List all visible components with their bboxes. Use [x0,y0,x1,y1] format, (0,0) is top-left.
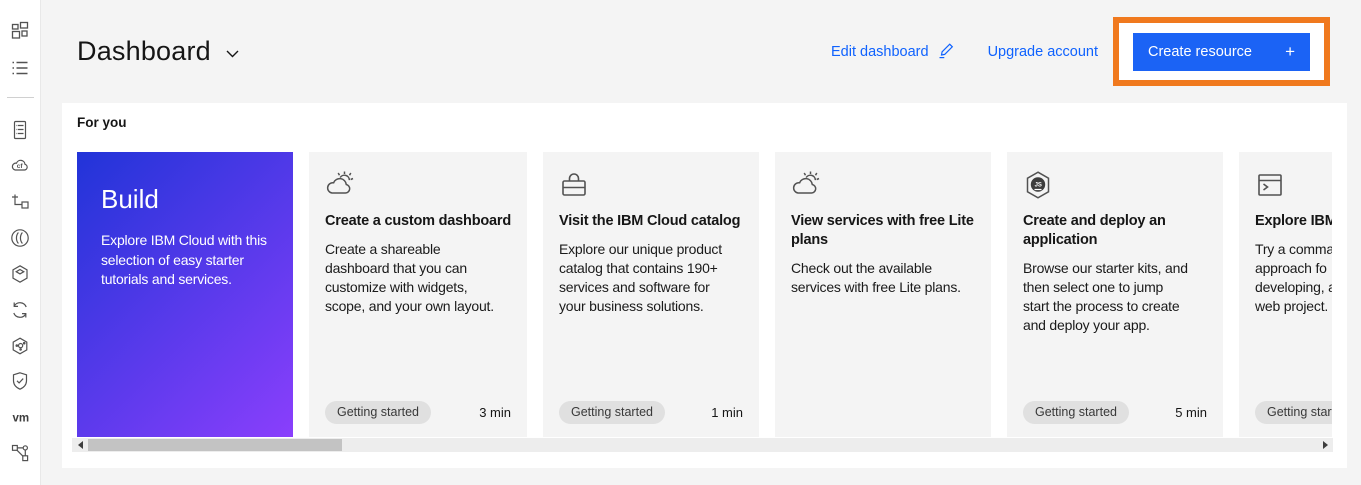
create-resource-label: Create resource [1148,44,1252,60]
dashboard-title-dropdown[interactable]: Dashboard [77,36,239,67]
card-description: Check out the available services with fr… [791,259,975,297]
functions-icon[interactable] [10,228,30,248]
cloud-foundry-icon[interactable]: cf [10,156,30,176]
partly-cloudy-icon [325,170,355,200]
card-description: Try a comma approach fo developing, a we… [1255,240,1332,316]
card-title: Build [101,184,269,215]
card-footer: Getting started 1 min [559,401,743,424]
card-create-custom-dashboard[interactable]: Create a custom dashboard Create a share… [309,152,527,437]
scroll-left-icon[interactable] [76,440,86,450]
left-sidebar: cf [0,0,41,485]
card-visit-catalog[interactable]: Visit the IBM Cloud catalog Explore our … [543,152,759,437]
edit-pencil-icon [938,42,955,63]
card-footer: Getting started [1255,401,1332,424]
card-title: Create and deploy an application [1023,212,1207,250]
dashboard-icon[interactable] [10,21,30,41]
edit-dashboard-link[interactable]: Edit dashboard [831,40,955,63]
card-title: View services with free Lite plans [791,212,975,250]
sidebar-divider [7,97,34,98]
card-explore-cli[interactable]: Explore IBM C Try a comma approach fo de… [1239,152,1332,437]
card-description: Explore our unique product catalog that … [559,240,743,316]
registry-icon[interactable] [10,336,30,356]
application-js-icon: JS [1023,170,1053,200]
list-icon[interactable] [10,58,30,78]
card-create-deploy-app[interactable]: JS Create and deploy an application Brow… [1007,152,1223,437]
horizontal-scrollbar[interactable] [72,438,1333,452]
sync-icon[interactable] [10,300,30,320]
getting-started-badge: Getting started [559,401,665,424]
card-description: Browse our starter kits, and then select… [1023,259,1207,335]
schematics-icon[interactable] [10,443,30,463]
packages-icon[interactable] [10,264,30,284]
card-footer: Getting started 5 min [1023,401,1207,424]
card-lite-plans[interactable]: View services with free Lite plans Check… [775,152,991,437]
getting-started-badge: Getting started [325,401,431,424]
section-heading: For you [77,115,127,130]
card-description: Explore IBM Cloud with this selection of… [101,231,269,290]
security-icon[interactable] [10,371,30,391]
for-you-panel: For you Build Explore IBM Cloud with thi… [62,103,1347,468]
getting-started-badge: Getting started [1023,401,1129,424]
card-build[interactable]: Build Explore IBM Cloud with this select… [77,152,293,437]
resources-icon[interactable] [10,192,30,212]
edit-dashboard-label: Edit dashboard [831,44,929,60]
card-title: Visit the IBM Cloud catalog [559,212,743,231]
scroll-right-icon[interactable] [1320,440,1330,450]
card-description: Create a shareable dashboard that you ca… [325,240,511,316]
terminal-icon [1255,170,1285,200]
card-title: Create a custom dashboard [325,212,511,231]
vm-glyph: vm [13,413,30,425]
billing-icon[interactable] [10,120,30,140]
plus-icon: + [1285,42,1295,62]
cards-row: Build Explore IBM Cloud with this select… [77,152,1332,437]
scrollbar-thumb[interactable] [88,439,342,451]
upgrade-account-label: Upgrade account [988,44,1098,60]
page-header: Dashboard Edit dashboard Upgrade account… [41,0,1361,103]
upgrade-account-link[interactable]: Upgrade account [988,44,1098,60]
catalog-icon [559,170,589,200]
duration-label: 5 min [1175,405,1207,420]
create-resource-button[interactable]: Create resource + [1133,33,1310,71]
js-glyph: JS [1035,183,1042,189]
chevron-down-icon [226,45,239,63]
duration-label: 1 min [711,405,743,420]
vmware-icon[interactable]: vm [10,407,30,427]
card-title: Explore IBM C [1255,212,1332,231]
getting-started-badge: Getting started [1255,401,1332,424]
page-title: Dashboard [77,36,211,67]
card-footer: Getting started 3 min [325,401,511,424]
annotation-highlight: Create resource + [1113,17,1330,86]
cf-glyph: cf [17,163,24,170]
partly-cloudy-icon [791,170,821,200]
duration-label: 3 min [479,405,511,420]
